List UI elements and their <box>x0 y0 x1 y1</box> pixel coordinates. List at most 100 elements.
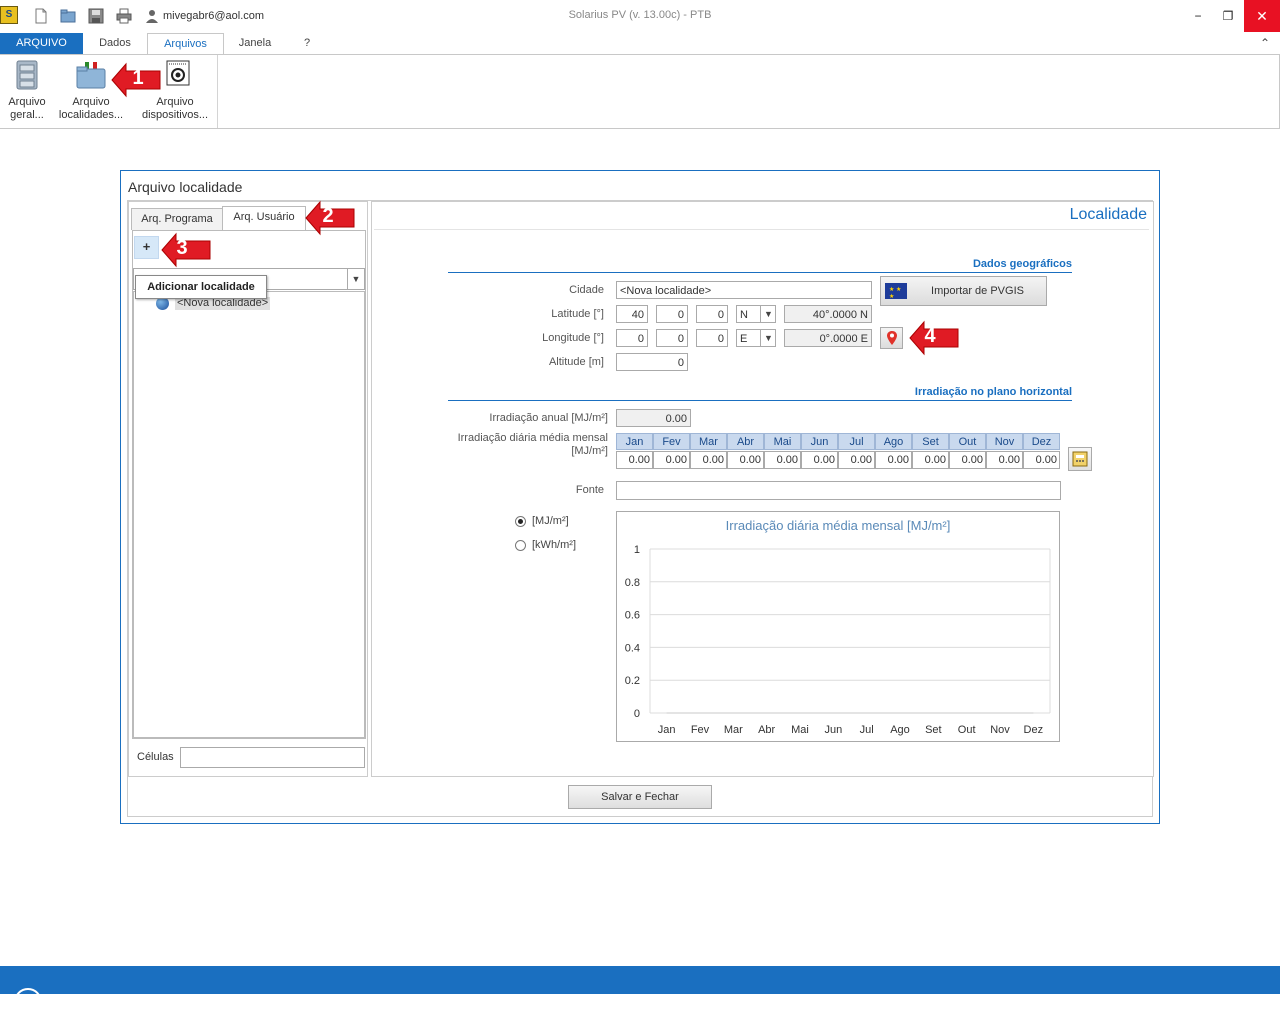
close-button[interactable]: ✕ <box>1244 0 1280 32</box>
x-tick-label: Nov <box>990 724 1010 736</box>
geo-section-title: Dados geográficos <box>972 258 1072 270</box>
month-value-cell[interactable]: 0.00 <box>912 451 949 469</box>
latitude-hemisphere-select[interactable]: N ▼ <box>736 305 776 323</box>
calculator-icon <box>1072 451 1088 467</box>
tab-janela[interactable]: Janela <box>230 33 280 54</box>
dialog-title: Arquivo localidade <box>128 179 243 195</box>
radio-selected-dot <box>518 519 523 524</box>
unit-mj-label[interactable]: [MJ/m²] <box>532 515 569 527</box>
irradiacao-diaria-unit: [MJ/m²] <box>571 445 608 457</box>
month-value-cell[interactable]: 0.00 <box>764 451 801 469</box>
tab-arquivos[interactable]: Arquivos <box>147 33 224 55</box>
salvar-fechar-button[interactable]: Salvar e Fechar <box>568 785 712 809</box>
tab-dados[interactable]: Dados <box>90 33 140 54</box>
month-header: Jun <box>801 433 838 450</box>
month-value-cell[interactable]: 0.00 <box>653 451 690 469</box>
chevron-down-icon[interactable]: ▼ <box>347 269 364 289</box>
month-header: Mar <box>690 433 727 450</box>
status-bar <box>0 966 1280 1016</box>
month-value-cell[interactable]: 0.00 <box>801 451 838 469</box>
window-title: Solarius PV (v. 13.00c) - PTB <box>568 9 712 21</box>
tab-help[interactable]: ? <box>298 33 316 54</box>
longitude-hemisphere-value: E <box>740 333 748 345</box>
tab-arquivo[interactable]: ARQUIVO <box>0 33 83 54</box>
arquivo-geral-button[interactable]: Arquivo geral... <box>4 58 50 124</box>
celulas-input[interactable] <box>180 747 365 768</box>
arquivo-localidades-line2: localidades... <box>58 109 124 121</box>
latitude-degrees-input[interactable]: 40 <box>616 305 648 323</box>
unit-mj-radio[interactable] <box>515 516 526 527</box>
y-tick-label: 0.2 <box>625 675 640 687</box>
localidade-tree[interactable] <box>133 291 365 738</box>
callout-number: 4 <box>924 325 936 347</box>
status-circle-icon <box>14 988 42 1016</box>
longitude-minutes-input[interactable]: 0 <box>656 329 688 347</box>
month-header: Jul <box>838 433 875 450</box>
tooltip-adicionar-localidade: Adicionar localidade <box>135 275 267 299</box>
x-tick-label: Dez <box>1024 724 1044 736</box>
latitude-seconds-input[interactable]: 0 <box>696 305 728 323</box>
month-value-cell[interactable]: 0.00 <box>616 451 653 469</box>
x-tick-label: Abr <box>758 724 775 736</box>
longitude-hemisphere-select[interactable]: E ▼ <box>736 329 776 347</box>
y-tick-label: 0 <box>634 708 640 720</box>
add-localidade-button[interactable]: + <box>134 236 159 259</box>
altitude-input[interactable]: 0 <box>616 353 688 371</box>
collapse-ribbon-icon[interactable]: ⌃ <box>1256 33 1274 54</box>
latitude-minutes-input[interactable]: 0 <box>656 305 688 323</box>
title-bar: S mivegabr6@aol.com Solarius PV (v. 13.0… <box>0 0 1280 32</box>
eu-flag-icon: ★ ★ ★ <box>885 283 907 300</box>
y-tick-label: 0.8 <box>625 577 640 589</box>
x-tick-label: Jun <box>824 724 842 736</box>
x-tick-label: Out <box>958 724 976 736</box>
month-header: Abr <box>727 433 764 450</box>
longitude-decimal-display: 0°.0000 E <box>784 329 872 347</box>
geo-section-line <box>448 272 1072 273</box>
month-header: Jan <box>616 433 653 450</box>
month-value-cell[interactable]: 0.00 <box>949 451 986 469</box>
irradiation-chart-svg: Irradiação diária média mensal [MJ/m²] 0 0… <box>625 518 1051 736</box>
month-value-cell[interactable]: 0.00 <box>1023 451 1060 469</box>
cidade-label: Cidade <box>569 284 604 296</box>
x-tick-label: Jul <box>860 724 874 736</box>
month-header: Nov <box>986 433 1023 450</box>
callout-arrow-3: 3 <box>160 232 212 268</box>
y-tick-label: 1 <box>634 544 640 556</box>
chevron-down-icon[interactable]: ▼ <box>760 329 776 347</box>
fonte-input[interactable] <box>616 481 1061 500</box>
callout-arrow-4: 4 <box>908 320 960 356</box>
x-tick-label: Mai <box>791 724 809 736</box>
device-icon <box>166 60 190 86</box>
month-value-cell[interactable]: 0.00 <box>838 451 875 469</box>
x-tick-label: Mar <box>724 724 743 736</box>
latitude-hemisphere-value: N <box>740 309 748 321</box>
altitude-label: Altitude [m] <box>548 356 604 368</box>
irradiacao-diaria-label: Irradiação diária média mensal <box>457 432 608 444</box>
unit-kwh-label[interactable]: [kWh/m²] <box>532 539 576 551</box>
tab-arq-programa[interactable]: Arq. Programa <box>131 208 223 230</box>
file-cabinet-icon <box>16 60 38 90</box>
month-value-cell[interactable]: 0.00 <box>727 451 764 469</box>
month-header: Ago <box>875 433 912 450</box>
cidade-input[interactable]: <Nova localidade> <box>616 281 872 299</box>
month-value-cell[interactable]: 0.00 <box>986 451 1023 469</box>
restore-button[interactable]: ❐ <box>1210 0 1246 32</box>
longitude-degrees-input[interactable]: 0 <box>616 329 648 347</box>
importar-pvgis-button[interactable]: ★ ★ ★ Importar de PVGIS <box>880 276 1047 306</box>
irradiacao-section-title: Irradiação no plano horizontal <box>914 386 1072 398</box>
calculate-button[interactable] <box>1068 447 1092 471</box>
month-value-cell[interactable]: 0.00 <box>690 451 727 469</box>
chevron-down-icon[interactable]: ▼ <box>760 305 776 323</box>
map-pin-icon <box>886 331 897 345</box>
folder-flag-icon <box>76 60 106 90</box>
header-divider <box>374 229 1149 230</box>
tab-arq-usuario[interactable]: Arq. Usuário <box>222 206 306 231</box>
month-value-cell[interactable]: 0.00 <box>875 451 912 469</box>
map-location-button[interactable] <box>880 327 903 349</box>
longitude-seconds-input[interactable]: 0 <box>696 329 728 347</box>
ribbon-tabs: ARQUIVO Dados Arquivos Janela ? ⌃ <box>0 33 1280 55</box>
callout-arrow-2: 2 <box>304 200 356 236</box>
arquivo-dispositivos-line2: dispositivos... <box>141 109 209 121</box>
latitude-decimal-display: 40°.0000 N <box>784 305 872 323</box>
unit-kwh-radio[interactable] <box>515 540 526 551</box>
